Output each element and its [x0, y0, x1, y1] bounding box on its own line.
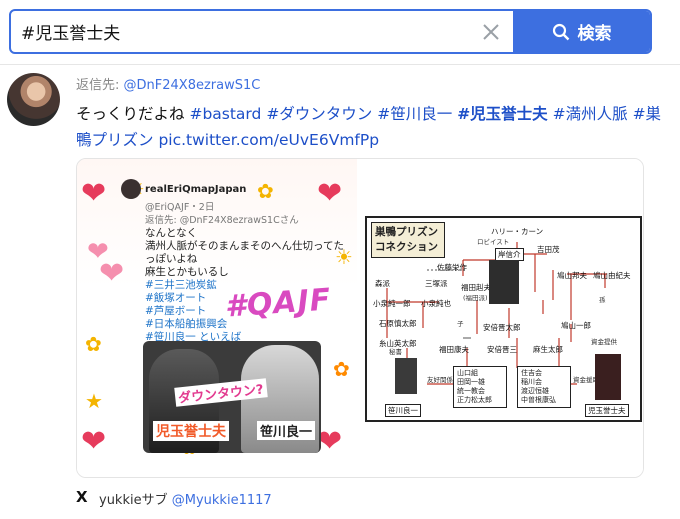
heart-icon: ❤: [81, 176, 107, 211]
label-hatoyama-i: 鳩山一郎: [561, 321, 591, 330]
embedded-name: realEriQmapJapan: [145, 183, 247, 195]
reply-handle-link[interactable]: @DnF24X8ezrawS1C: [124, 78, 261, 93]
hashtag-link[interactable]: #満州人脈: [553, 105, 628, 123]
embedded-line: 麻生とかもいるし: [145, 266, 229, 278]
embedded-reply-to: 返信先: @DnF24X8ezrawS1Cさん: [145, 215, 299, 226]
media-image-right[interactable]: 巣鴨プリズン コネクション ハリー・カーン ロビイスト 吉田茂 岸信介 佐藤栄作…: [362, 159, 643, 477]
search-icon: [552, 23, 569, 40]
media-card[interactable]: ❤ ☀ ❤ ✿ ❤ ❤ ☀ ✿ ✿ ★ ❤ ❤ ✿ realEriQmapJap…: [76, 158, 644, 478]
label-kodama: 児玉誉士夫: [585, 404, 629, 417]
label-tokyu: 統一教会: [457, 387, 485, 395]
search-input[interactable]: [11, 11, 469, 52]
label-inagawa: 稲川会: [521, 378, 542, 386]
label-role-child: 子: [457, 320, 464, 328]
flower-icon: ✿: [333, 357, 350, 381]
divider: [0, 64, 680, 65]
label-nakasone: 中曽根康弘: [521, 396, 556, 404]
heart-icon: ❤: [81, 424, 107, 459]
close-icon: [483, 23, 499, 40]
embedded-line: なんとなく: [145, 227, 198, 239]
caption-sasakawa: 笹川良一: [257, 421, 316, 440]
label-ishihara: 石原慎太郎: [379, 319, 417, 328]
portrait-kodama-small: [595, 354, 621, 400]
label-sasakawa: 笹川良一: [385, 404, 421, 417]
label-lobbyist: ロビイスト: [477, 238, 510, 246]
embedded-avatar: [121, 179, 141, 199]
label-hatoyama-k: 鳩山邦夫: [557, 271, 587, 280]
hashtag-link[interactable]: #bastard: [189, 105, 261, 123]
label-role-grandson: 孫: [599, 296, 606, 304]
label-taoka: 田岡一雄: [457, 378, 485, 386]
embedded-line: っぽいよね: [145, 253, 198, 265]
embedded-line: 満州人脈がそのまんまそのへん仕切ってた: [145, 240, 344, 252]
label-fukuda-sub: (福田派): [463, 294, 488, 302]
search-bar: 検索: [9, 9, 652, 54]
flower-icon: ✿: [85, 332, 102, 356]
search-button[interactable]: 検索: [513, 11, 650, 52]
label-yamaguchi: 山口組: [457, 369, 478, 377]
reply-to: 返信先: @DnF24X8ezrawS1C: [76, 74, 260, 93]
info-box-yamaguchi: 山口組 田岡一雄 統一教会 正力松太郎: [453, 366, 507, 408]
tweet-lead: そっくりだよね: [76, 105, 185, 123]
media-link[interactable]: pic.twitter.com/eUvE6VmfPp: [158, 131, 379, 149]
diagram-title: 巣鴨プリズン コネクション: [371, 222, 445, 258]
label-role-aide: 秘書: [389, 348, 402, 356]
label-koizumi-s: 小泉純也: [421, 299, 451, 308]
label-sumiyoshi: 住吉会: [521, 369, 542, 377]
tweet-text: そっくりだよね #bastard #ダウンタウン #笹川良一 #児玉誉士夫 #満…: [76, 101, 666, 153]
label-abe: 安倍晋三: [487, 345, 517, 354]
portrait-sasakawa-small: [395, 358, 417, 394]
hashtag-link[interactable]: #笹川良一: [377, 105, 452, 123]
caption-kodama: 児玉誉士夫: [153, 421, 229, 441]
retweeter-handle-link[interactable]: @Myukkie1117: [172, 493, 272, 508]
label-fukuda-y: 福田康夫: [439, 345, 469, 354]
clear-search-button[interactable]: [469, 11, 513, 52]
label-abe-s: 安倍晋太郎: [483, 323, 521, 332]
retweeter: yukkieサブ @Myukkie1117: [99, 489, 272, 508]
label-koizumi-j: 小泉純一郎: [373, 299, 411, 308]
embedded-tweet-header: realEriQmapJapan: [121, 179, 327, 199]
label-watanabe: 渡辺恒雄: [521, 387, 549, 395]
label-role-fund: 資金提供: [591, 338, 617, 346]
reply-prefix: 返信先:: [76, 78, 120, 93]
label-sato: 佐藤栄作: [437, 263, 467, 272]
portrait-kishi: [489, 260, 519, 304]
info-box-sumiyoshi: 住吉会 稲川会 渡辺恒雄 中曽根康弘: [517, 366, 571, 408]
media-image-left[interactable]: ❤ ☀ ❤ ✿ ❤ ❤ ☀ ✿ ✿ ★ ❤ ❤ ✿ realEriQmapJap…: [77, 159, 357, 477]
sugamo-diagram: 巣鴨プリズン コネクション ハリー・カーン ロビイスト 吉田茂 岸信介 佐藤栄作…: [365, 216, 642, 422]
label-aso: 麻生太郎: [533, 345, 563, 354]
label-sanzuka: 三塚派: [425, 279, 448, 288]
label-matsu: 正力松太郎: [457, 396, 492, 404]
label-role-friend: 友好関係: [427, 376, 453, 384]
x-logo-icon: X: [76, 488, 88, 506]
embedded-meta: @EriQAJF・2日: [145, 202, 215, 213]
label-hatoyama-y: 鳩山由紀夫: [593, 271, 631, 280]
retweeter-name[interactable]: yukkieサブ: [99, 493, 168, 508]
tweet-actions-cutoff: [76, 511, 676, 519]
hashtag-link[interactable]: #児玉誉士夫: [457, 105, 548, 123]
label-mori: 森派: [375, 279, 390, 288]
hashtag-link[interactable]: #ダウンタウン: [266, 105, 372, 123]
label-yoshida: 吉田茂: [537, 245, 560, 254]
search-button-label: 検索: [577, 24, 612, 44]
star-icon: ★: [85, 389, 103, 413]
qajf-stamp: #QAJF: [223, 282, 333, 325]
avatar[interactable]: [7, 73, 60, 126]
